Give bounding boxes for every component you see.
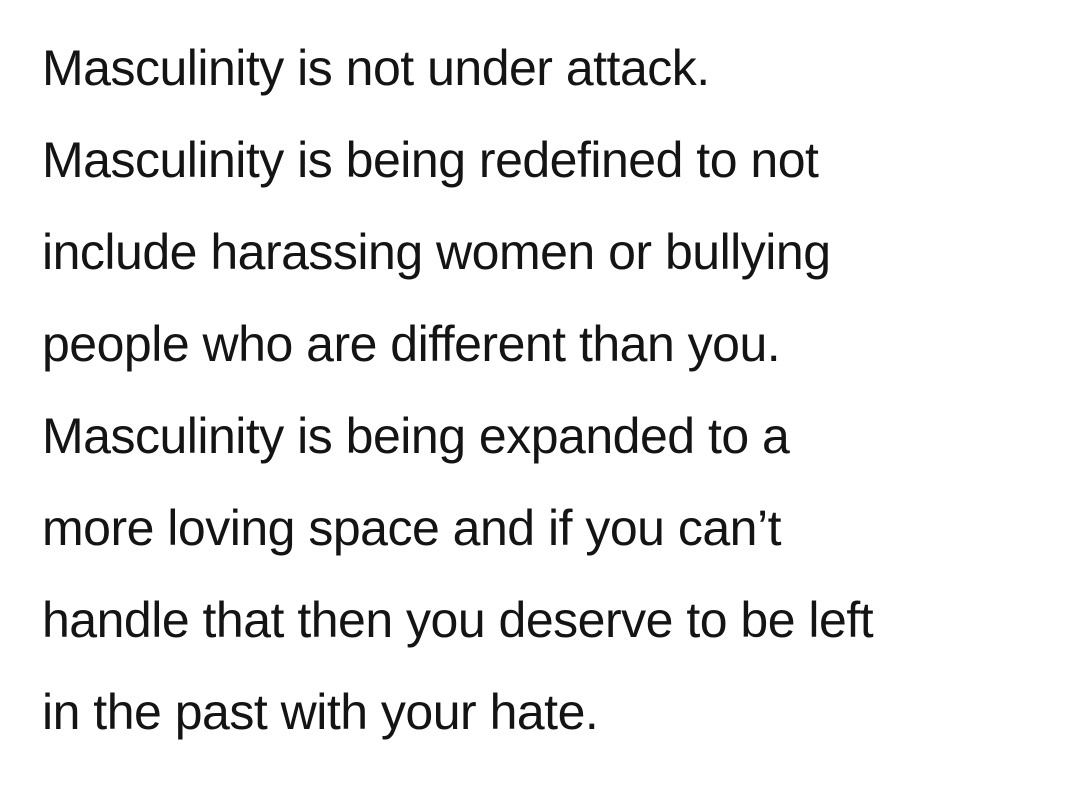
quote-line-5: Masculinity is being expanded to a	[42, 408, 790, 464]
quote-line-6: more loving space and if you can’t	[42, 500, 781, 556]
quote-line-2: Masculinity is being redefined to not	[42, 132, 819, 188]
quote-line-7: handle that then you deserve to be left	[42, 592, 874, 648]
quote-line-8: in the past with your hate.	[42, 684, 599, 740]
quote-text-block: Masculinity is not under attack. Masculi…	[42, 22, 1072, 758]
quote-line-4: people who are different than you.	[42, 316, 781, 372]
quote-line-3: include harassing women or bullying	[42, 224, 831, 280]
quote-line-1: Masculinity is not under attack.	[42, 40, 710, 96]
